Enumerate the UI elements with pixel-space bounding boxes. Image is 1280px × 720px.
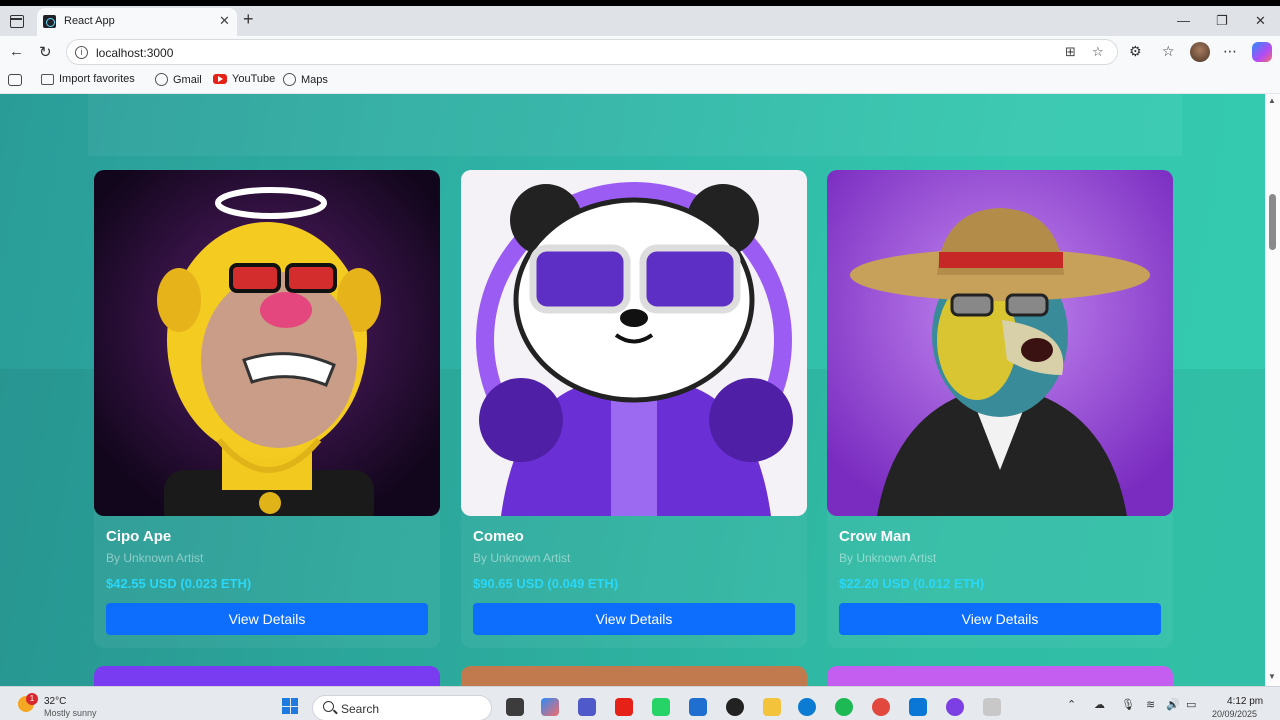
- nft-price: $90.65 USD (0.049 ETH): [473, 576, 619, 591]
- tab-bar: React App ✕ + — ❐ ✕: [0, 6, 1280, 36]
- clock-date[interactable]: 20/09/2025: [1212, 709, 1257, 719]
- back-arrow-icon[interactable]: ←: [9, 43, 24, 60]
- nft-name: Comeo: [473, 528, 524, 545]
- search-icon: [323, 701, 334, 712]
- favorites-icon[interactable]: ☆: [1162, 43, 1175, 60]
- edge-icon[interactable]: [798, 698, 816, 716]
- taskbar-search[interactable]: Search: [312, 695, 492, 720]
- clock-time[interactable]: 4:12 pm: [1227, 696, 1263, 707]
- wifi-icon[interactable]: ≋: [1146, 698, 1155, 711]
- notification-badge: 1: [26, 693, 38, 705]
- microphone-icon[interactable]: 🎙: [1121, 698, 1135, 711]
- scrollbar-thumb[interactable]: [1269, 194, 1276, 250]
- store-icon[interactable]: [689, 698, 707, 716]
- app-available-icon[interactable]: ⊞: [1065, 44, 1076, 60]
- view-details-button[interactable]: View Details: [839, 603, 1161, 635]
- globe-icon: [283, 73, 296, 86]
- bookmarks-bar: Import favorites Gmail YouTube Maps: [0, 68, 1280, 94]
- nft-card-peek[interactable]: [94, 666, 440, 686]
- view-details-button[interactable]: View Details: [106, 603, 428, 635]
- address-bar: ← ↻ i localhost:3000 ⊞ ☆ ⚙ ☆ ⋯: [0, 36, 1280, 68]
- tab-close-icon[interactable]: ✕: [219, 13, 230, 29]
- nft-card: Comeo By Unknown Artist $90.65 USD (0.04…: [461, 170, 807, 648]
- volume-icon[interactable]: 🔊: [1166, 698, 1180, 711]
- nft-price: $42.55 USD (0.023 ETH): [106, 576, 252, 591]
- nft-artist: By Unknown Artist: [106, 551, 204, 565]
- nft-name: Cipo Ape: [106, 528, 172, 545]
- profile-avatar[interactable]: [1190, 42, 1210, 62]
- chrome-icon[interactable]: [872, 698, 890, 716]
- weather-desc[interactable]: Mostly sunny: [44, 708, 97, 718]
- search-placeholder: Search: [341, 702, 380, 716]
- youtube-app-icon[interactable]: [615, 698, 633, 716]
- bookmark-youtube[interactable]: YouTube: [213, 73, 275, 85]
- url-field[interactable]: i localhost:3000 ⊞ ☆: [66, 39, 1118, 65]
- file-explorer-icon[interactable]: [763, 698, 781, 716]
- bookmark-label: Import favorites: [59, 73, 135, 85]
- app-icon[interactable]: [946, 698, 964, 716]
- nft-image-comeo[interactable]: [461, 170, 807, 516]
- nft-card-peek[interactable]: [461, 666, 807, 686]
- reading-list-icon[interactable]: [8, 74, 22, 86]
- extensions-icon[interactable]: ⚙: [1129, 43, 1142, 60]
- bookmark-label: YouTube: [232, 73, 276, 85]
- refresh-icon[interactable]: ↻: [39, 43, 52, 61]
- teams-icon[interactable]: [578, 698, 596, 716]
- task-view-icon[interactable]: [506, 698, 524, 716]
- windows-taskbar: 1 32°C Mostly sunny Search ⌃ ☁ 🎙 ≋ 🔊 ▭ 4…: [0, 686, 1280, 720]
- bookmark-label: Gmail: [173, 73, 202, 86]
- nft-image-crow-man[interactable]: [827, 170, 1173, 516]
- scroll-down-arrow-icon[interactable]: ▼: [1268, 672, 1276, 681]
- whatsapp-icon[interactable]: [652, 698, 670, 716]
- scroll-up-arrow-icon[interactable]: ▲: [1268, 96, 1276, 105]
- favorite-star-icon[interactable]: ☆: [1092, 44, 1104, 60]
- url-text[interactable]: localhost:3000: [96, 46, 173, 60]
- nft-image-cipo-ape[interactable]: [94, 170, 440, 516]
- weather-temp[interactable]: 32°C: [44, 696, 66, 707]
- youtube-icon: [213, 74, 227, 84]
- minimize-button[interactable]: —: [1177, 13, 1190, 28]
- nft-artist: By Unknown Artist: [839, 551, 937, 565]
- more-menu-icon[interactable]: ⋯: [1223, 43, 1237, 60]
- page-scrollbar[interactable]: ▲ ▼: [1265, 94, 1280, 686]
- bookmark-import-favorites[interactable]: Import favorites: [41, 73, 135, 85]
- maximize-button[interactable]: ❐: [1216, 13, 1228, 29]
- bookmark-maps[interactable]: Maps: [283, 73, 328, 86]
- windows-start-icon[interactable]: [282, 698, 298, 714]
- nft-artist: By Unknown Artist: [473, 551, 571, 565]
- spotify-icon[interactable]: [835, 698, 853, 716]
- globe-icon: [155, 73, 168, 86]
- react-favicon-icon: [43, 15, 56, 28]
- tray-chevron-icon[interactable]: ⌃: [1067, 698, 1076, 711]
- battery-icon[interactable]: ▭: [1186, 698, 1196, 711]
- nft-card: Cipo Ape By Unknown Artist $42.55 USD (0…: [94, 170, 440, 648]
- site-info-icon[interactable]: i: [75, 46, 88, 59]
- copilot-icon[interactable]: [1252, 42, 1272, 62]
- vscode-icon[interactable]: [909, 698, 927, 716]
- tab-actions-icon[interactable]: [6, 12, 26, 30]
- view-details-button[interactable]: View Details: [473, 603, 795, 635]
- nft-card-peek[interactable]: [827, 666, 1173, 686]
- page-viewport: Cipo Ape By Unknown Artist $42.55 USD (0…: [0, 94, 1265, 686]
- section-band: [88, 94, 1182, 156]
- snipping-tool-icon[interactable]: [983, 698, 1001, 716]
- bookmark-gmail[interactable]: Gmail: [155, 73, 202, 86]
- copilot-app-icon[interactable]: [541, 698, 559, 716]
- new-tab-button[interactable]: +: [243, 10, 254, 28]
- import-icon: [41, 73, 54, 85]
- onedrive-icon[interactable]: ☁: [1094, 698, 1105, 711]
- nft-card: Crow Man By Unknown Artist $22.20 USD (0…: [827, 170, 1173, 648]
- nft-name: Crow Man: [839, 528, 911, 545]
- github-icon[interactable]: [726, 698, 744, 716]
- tab-active[interactable]: React App ✕: [37, 8, 237, 36]
- tab-title: React App: [64, 15, 115, 27]
- nft-price: $22.20 USD (0.012 ETH): [839, 576, 985, 591]
- close-window-button[interactable]: ✕: [1255, 13, 1266, 29]
- bookmark-label: Maps: [301, 73, 328, 86]
